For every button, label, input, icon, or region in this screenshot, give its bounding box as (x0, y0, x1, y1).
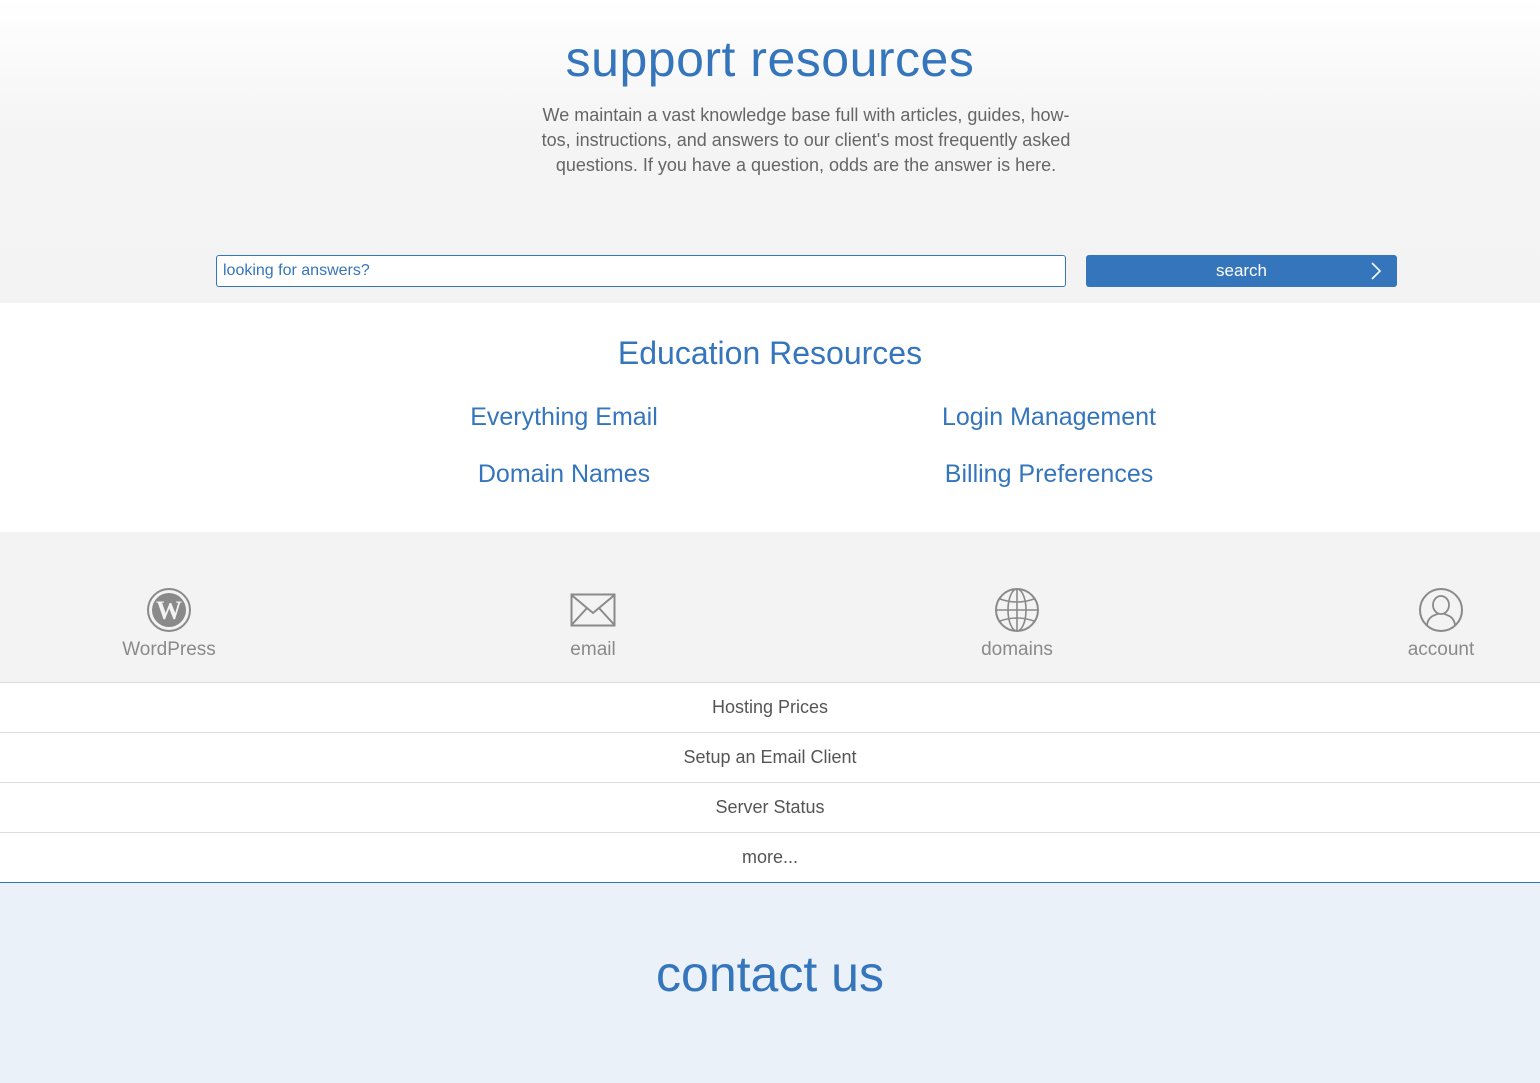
education-title: Education Resources (617, 335, 923, 371)
category-icons: W WordPress email domains account (0, 532, 1540, 682)
link-billing-preferences[interactable]: Billing Preferences (849, 460, 1249, 489)
link-login-management[interactable]: Login Management (849, 403, 1249, 432)
contact-title: contact us (656, 946, 884, 1002)
quick-links: Hosting Prices Setup an Email Client Ser… (0, 682, 1540, 883)
link-domain-names[interactable]: Domain Names (364, 460, 764, 489)
link-more[interactable]: more... (0, 833, 1540, 883)
svg-text:W: W (156, 596, 182, 625)
user-icon (1419, 588, 1463, 632)
chevron-right-icon (1371, 262, 1382, 280)
category-label: WordPress (122, 639, 216, 660)
category-domains[interactable]: domains (917, 587, 1117, 661)
education-resources: Education Resources Everything Email Log… (0, 303, 1540, 532)
contact-section: contact us (0, 883, 1540, 1083)
wordpress-icon: W (147, 588, 191, 632)
category-email[interactable]: email (493, 587, 693, 661)
globe-icon (995, 588, 1039, 632)
category-label: domains (981, 639, 1053, 660)
link-setup-email-client[interactable]: Setup an Email Client (0, 733, 1540, 783)
page-title: support resources (565, 31, 975, 87)
link-hosting-prices[interactable]: Hosting Prices (0, 683, 1540, 733)
hero-description: We maintain a vast knowledge base full w… (541, 105, 1071, 175)
search-button-label: search (1215, 261, 1268, 280)
search-input[interactable] (216, 255, 1066, 287)
envelope-icon (570, 593, 616, 627)
link-everything-email[interactable]: Everything Email (364, 403, 764, 432)
category-wordpress[interactable]: W WordPress (69, 587, 269, 661)
support-hero: support resources We maintain a vast kno… (0, 0, 1540, 303)
search-button[interactable]: search (1086, 255, 1397, 287)
link-server-status[interactable]: Server Status (0, 783, 1540, 833)
category-account[interactable]: account (1341, 587, 1540, 661)
category-label: email (570, 639, 616, 660)
category-label: account (1407, 639, 1475, 660)
